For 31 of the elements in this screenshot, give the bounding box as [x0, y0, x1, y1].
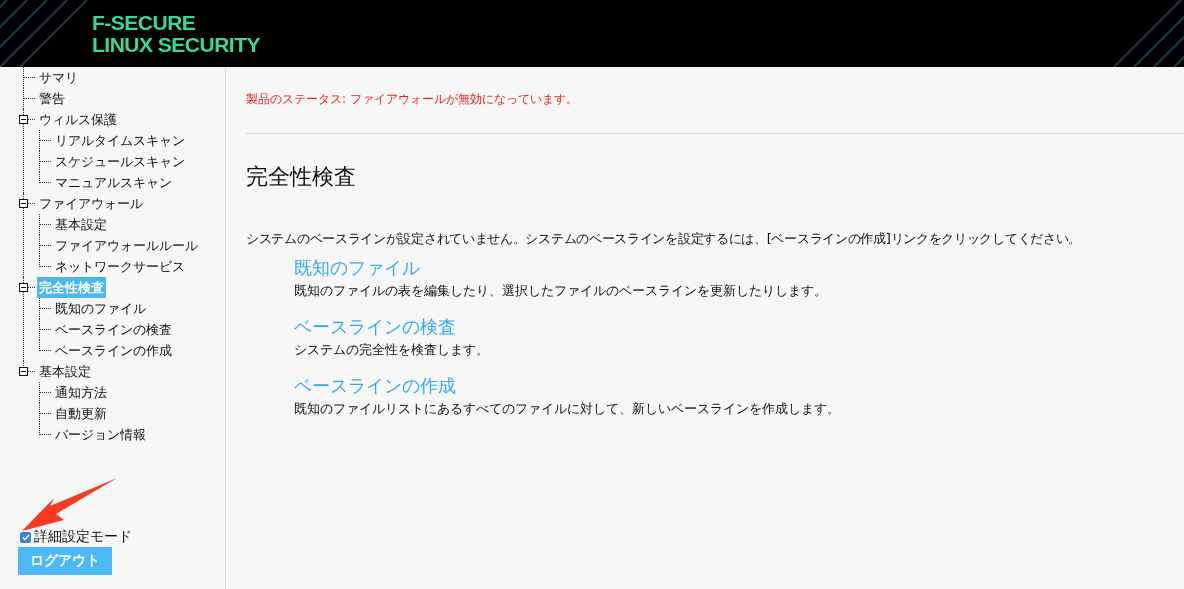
tree-item[interactable]: バージョン情報	[53, 424, 148, 445]
tree-item[interactable]: 基本設定	[37, 361, 93, 382]
tree-item[interactable]: 基本設定	[53, 214, 109, 235]
tree-item[interactable]: 自動更新	[53, 403, 109, 424]
intro-text: システムのベースラインが設定されていません。システムのベースラインを設定するには、[ベースラインの作成]リンクをクリックしてください。	[246, 230, 1083, 248]
tree-item[interactable]: 通知方法	[53, 382, 109, 403]
tree-item[interactable]: ファイアウォールルール	[53, 235, 200, 256]
tree-item[interactable]: ウィルス保護	[37, 109, 119, 130]
collapse-icon[interactable]	[19, 199, 28, 208]
tree-item[interactable]: リアルタイムスキャン	[53, 130, 187, 151]
section-description: システムの完全性を検査します。	[294, 341, 489, 359]
page-title: 完全性検査	[246, 163, 357, 191]
tree-item[interactable]: 既知のファイル	[53, 298, 148, 319]
tree-item[interactable]: ベースラインの検査	[53, 319, 174, 340]
collapse-icon[interactable]	[19, 367, 28, 376]
tree-item[interactable]: サマリ	[37, 67, 80, 88]
logo-text: F-SECURE	[92, 11, 197, 34]
tree-item[interactable]: ネットワークサービス	[53, 256, 187, 277]
collapse-icon[interactable]	[19, 283, 28, 292]
tree-item[interactable]: スケジュールスキャン	[53, 151, 187, 172]
status-message: 製品のステータス: ファイアウォールが無効になっています。	[246, 91, 579, 108]
tree-item[interactable]: 警告	[37, 88, 67, 109]
tree-item[interactable]: ベースラインの作成	[53, 340, 174, 361]
checkbox-label: 詳細設定モード	[34, 528, 132, 546]
logo-text: LINUX SECURITY	[92, 33, 260, 56]
tree-item[interactable]: マニュアルスキャン	[53, 172, 174, 193]
section-description: 既知のファイルの表を編集したり、選択したファイルのベースラインを更新したりします。	[294, 282, 827, 300]
section-description: 既知のファイルリストにあるすべてのファイルに対して、新しいベースラインを作成します。	[294, 400, 840, 418]
checkbox[interactable]	[20, 531, 31, 543]
collapse-icon[interactable]	[19, 115, 28, 124]
tree-item[interactable]: ファイアウォール	[37, 193, 145, 214]
